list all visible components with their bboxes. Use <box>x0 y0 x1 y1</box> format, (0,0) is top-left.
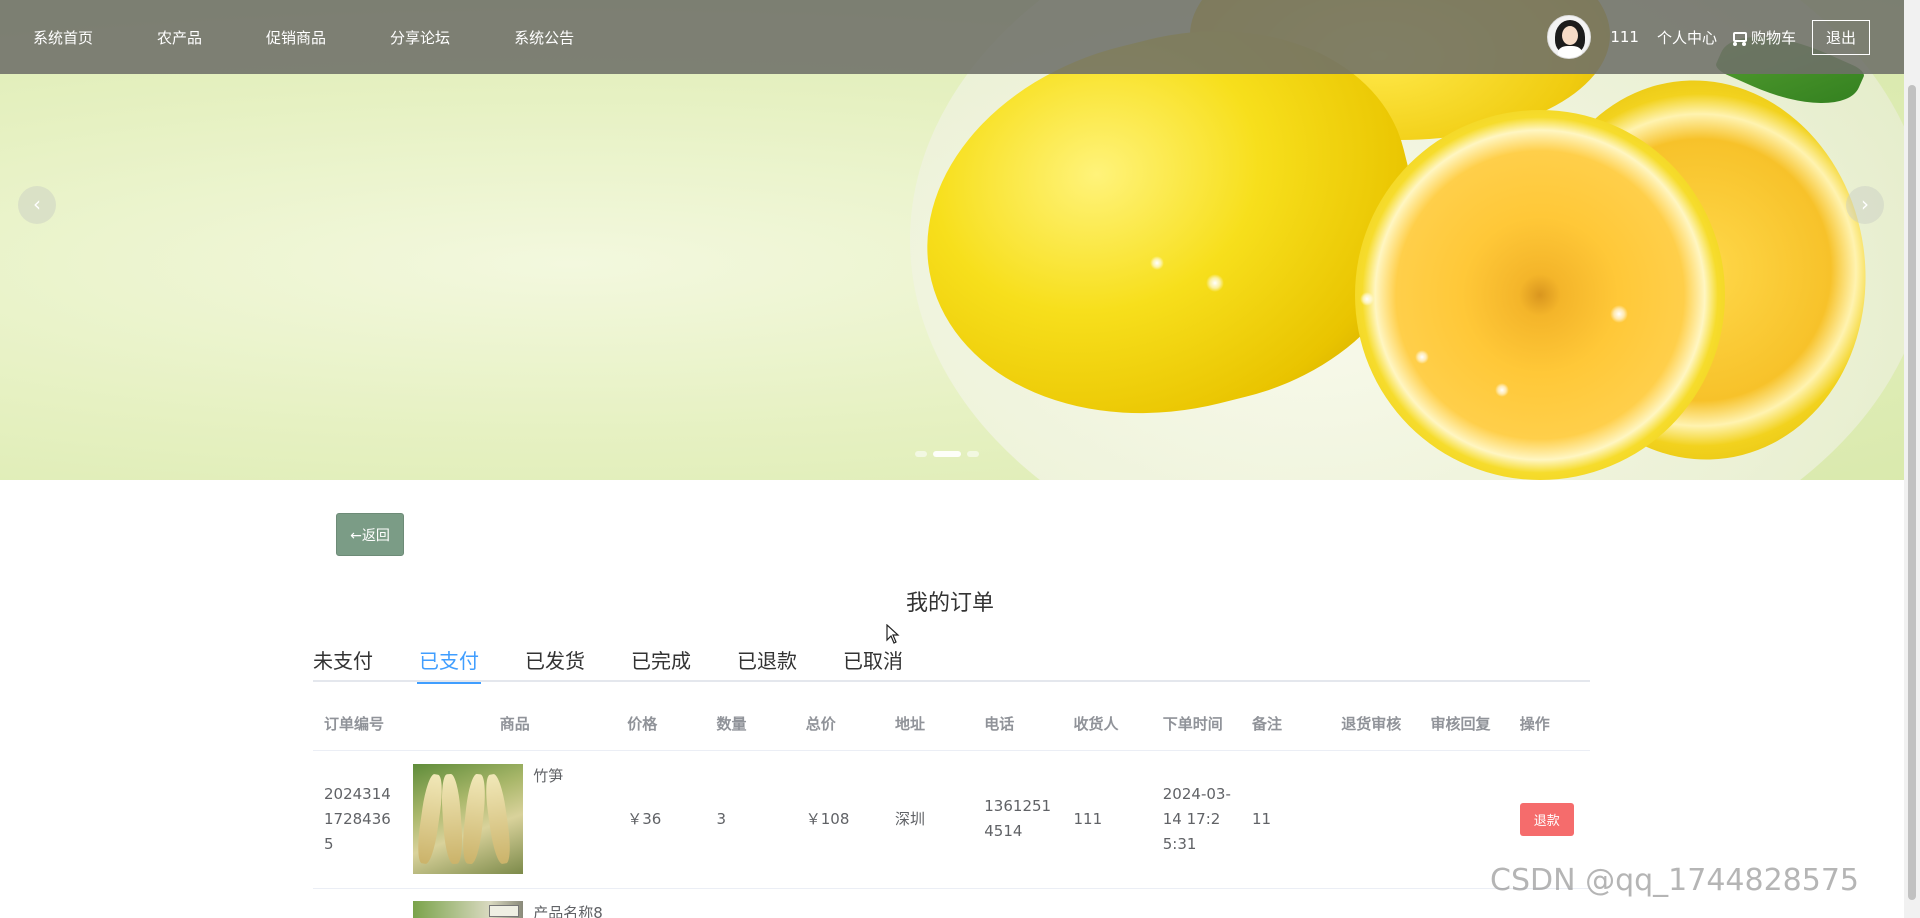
top-navigation: 系统首页 农产品 促销商品 分享论坛 系统公告 111 个人中心 购物车 退出 <box>0 0 1904 74</box>
sparkle <box>1495 383 1509 397</box>
col-receiver: 收货人 <box>1062 698 1152 751</box>
tab-completed[interactable]: 已完成 <box>631 644 691 682</box>
cell-receiver: 111 <box>1062 750 1152 889</box>
page-scrollbar[interactable] <box>1904 0 1920 918</box>
back-button[interactable]: ←返回 <box>336 513 404 556</box>
cell-time: 2024-03-14 17:25:31 <box>1151 750 1242 889</box>
product-image[interactable] <box>413 764 524 874</box>
avatar[interactable] <box>1547 15 1592 59</box>
chevron-right-icon: › <box>1861 192 1869 216</box>
phone-text: 13612514514 <box>984 797 1052 840</box>
sparkle <box>1610 305 1628 323</box>
banner-lemon-slice <box>1355 110 1725 480</box>
col-qty: 数量 <box>705 698 795 751</box>
col-total: 总价 <box>794 698 885 751</box>
nav-promotions[interactable]: 促销商品 <box>266 27 326 48</box>
order-no-text: 202431417284365 <box>324 784 391 853</box>
truck-icon <box>1732 32 1747 46</box>
page-title: 我的订单 <box>905 591 994 616</box>
nav-home[interactable]: 系统首页 <box>33 27 93 48</box>
col-phone: 电话 <box>973 698 1063 751</box>
col-action: 操作 <box>1508 698 1590 751</box>
carousel-prev-button[interactable]: ‹ <box>18 186 56 224</box>
user-center-link[interactable]: 个人中心 <box>1657 27 1717 48</box>
tab-unpaid[interactable]: 未支付 <box>313 644 373 682</box>
col-product: 商品 <box>402 698 617 751</box>
nav-notices[interactable]: 系统公告 <box>514 27 574 48</box>
chevron-left-icon: ‹ <box>33 192 41 216</box>
nav-products[interactable]: 农产品 <box>157 27 202 48</box>
scrollbar-thumb[interactable] <box>1908 85 1916 900</box>
refund-button[interactable]: 退款 <box>1519 802 1574 836</box>
user-area: 111 个人中心 购物车 退出 <box>1547 15 1870 59</box>
col-order-no: 订单编号 <box>313 698 403 751</box>
table-header: 订单编号 商品 价格 数量 总价 地址 电话 收货人 下单时间 备注 退货审核 … <box>313 698 1590 751</box>
carousel-dot[interactable] <box>915 451 927 457</box>
tab-paid[interactable]: 已支付 <box>417 644 481 684</box>
product-image[interactable] <box>413 900 524 918</box>
cell-note: 11 <box>1241 750 1331 889</box>
time-text: 2024-03-14 17:25:31 <box>1162 784 1231 853</box>
cell-order-no: 202431417284365 <box>313 750 403 889</box>
sparkle <box>1360 292 1374 306</box>
cell-price: ￥36 <box>616 750 706 889</box>
sparkle <box>1206 274 1224 292</box>
sparkle <box>1150 256 1164 270</box>
order-status-tabs: 未支付 已支付 已发货 已完成 已退款 已取消 <box>313 644 1590 684</box>
tab-refunded[interactable]: 已退款 <box>737 644 797 682</box>
product-name: 竹笋 <box>533 767 564 785</box>
carousel-dot[interactable] <box>967 451 979 457</box>
logout-button[interactable]: 退出 <box>1811 19 1870 55</box>
col-note: 备注 <box>1241 698 1331 751</box>
orders-table: 订单编号 商品 价格 数量 总价 地址 电话 收货人 下单时间 备注 退货审核 … <box>313 698 1590 918</box>
sparkle <box>1415 350 1429 364</box>
carousel-next-button[interactable]: › <box>1846 186 1884 224</box>
cell-return-review <box>1330 750 1420 889</box>
carousel-indicators <box>915 451 979 457</box>
cart-link[interactable]: 购物车 <box>1732 27 1796 48</box>
col-price: 价格 <box>616 698 706 751</box>
cell-total: ￥108 <box>794 750 885 889</box>
col-return-review: 退货审核 <box>1330 698 1420 751</box>
username: 111 <box>1610 28 1639 46</box>
cell-product: 竹笋 <box>402 750 617 889</box>
tab-shipped[interactable]: 已发货 <box>525 644 585 682</box>
col-review-reply: 审核回复 <box>1419 698 1509 751</box>
cell-product: 产品名称8 <box>402 888 617 918</box>
nav-forum[interactable]: 分享论坛 <box>390 27 450 48</box>
table-row: 202431417284365 竹笋 ￥36 3 ￥108 深圳 1361251… <box>313 750 1590 889</box>
cell-phone: 13612514514 <box>973 750 1063 889</box>
table-row: 产品名称8 <box>313 888 1590 918</box>
cell-address: 深圳 <box>884 750 974 889</box>
tab-cancelled[interactable]: 已取消 <box>843 644 903 682</box>
col-time: 下单时间 <box>1151 698 1242 751</box>
col-address: 地址 <box>884 698 974 751</box>
main-menu: 系统首页 农产品 促销商品 分享论坛 系统公告 <box>33 27 638 48</box>
cart-label: 购物车 <box>1750 28 1796 47</box>
watermark: CSDN @qq_1744828575 <box>1490 863 1860 898</box>
carousel-dot-active[interactable] <box>933 451 961 457</box>
product-name: 产品名称8 <box>533 903 603 918</box>
cell-qty: 3 <box>705 750 795 889</box>
